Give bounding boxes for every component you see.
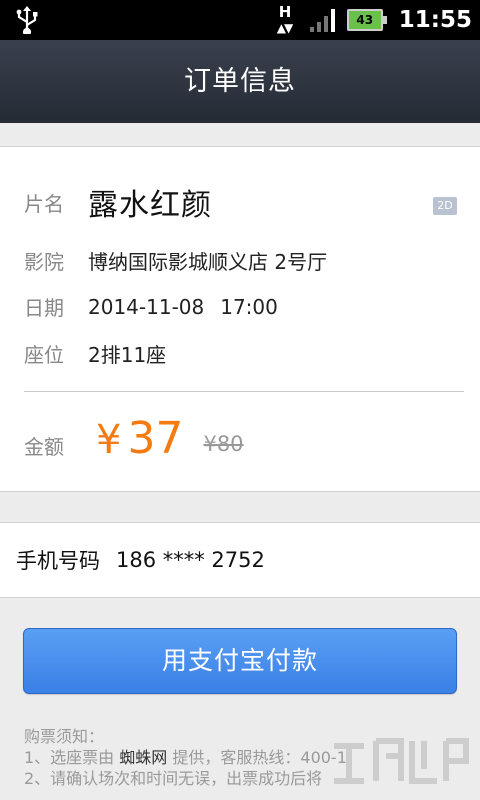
date-label: 日期 (24, 296, 64, 320)
notes-line-1: 1、选座票由 蜘蛛网 提供，客服热线：400-1 (24, 748, 347, 767)
phone-label: 手机号码 (16, 549, 100, 573)
amount-row: 金额 ¥37 ¥80 (24, 413, 244, 464)
status-bar: H ▲▼ 43 11:55 (0, 0, 480, 40)
phone-card: 手机号码 186 **** 2752 (0, 522, 480, 598)
movie-title: 露水红颜 (88, 188, 212, 223)
provider-link[interactable]: 蜘蛛网 (119, 748, 167, 767)
original-price: ¥80 (203, 431, 244, 456)
price: ¥37 (96, 413, 183, 464)
date-row: 日期 2014-11-08 17:00 (24, 292, 278, 321)
show-time: 17:00 (220, 294, 278, 319)
order-info-card: 片名 露水红颜 2D 影院 博纳国际影城顺义店 2号厅 日期 2014-11-0… (0, 146, 480, 492)
page-title: 订单信息 (184, 66, 296, 97)
watermark-logo (334, 738, 469, 784)
usb-icon (16, 6, 38, 34)
seat-row: 座位 2排11座 (24, 339, 166, 368)
amount-label: 金额 (24, 435, 64, 459)
divider (24, 391, 464, 392)
movie-label: 片名 (24, 191, 64, 216)
movie-row: 片名 露水红颜 (24, 180, 212, 224)
battery-level: 43 (356, 13, 374, 27)
notes-title: 购票须知： (24, 727, 105, 746)
currency-symbol: ¥ (96, 417, 122, 463)
battery-icon: 43 (346, 9, 387, 31)
notes-line-2: 2、请确认场次和时间无误，出票成功后将 (24, 769, 323, 788)
hspa-data-icon: H ▲▼ (276, 3, 294, 35)
show-date: 2014-11-08 (88, 294, 205, 319)
phone-number: 186 **** 2752 (116, 548, 265, 572)
signal-icon (309, 9, 335, 32)
purchase-notes: 购票须知： 1、选座票由 蜘蛛网 提供，客服热线：400-1 2、请确认场次和时… (24, 726, 347, 789)
title-bar: 订单信息 (0, 40, 480, 123)
seat-value: 2排11座 (88, 343, 167, 367)
alipay-pay-button[interactable]: 用支付宝付款 (23, 628, 457, 694)
format-2d-badge: 2D (433, 197, 457, 215)
price-value: 37 (127, 413, 184, 464)
cinema-name: 博纳国际影城顺义店 2号厅 (88, 250, 328, 274)
cinema-label: 影院 (24, 250, 64, 274)
clock: 11:55 (398, 7, 472, 33)
cinema-row: 影院 博纳国际影城顺义店 2号厅 (24, 246, 327, 275)
seat-label: 座位 (24, 343, 64, 367)
